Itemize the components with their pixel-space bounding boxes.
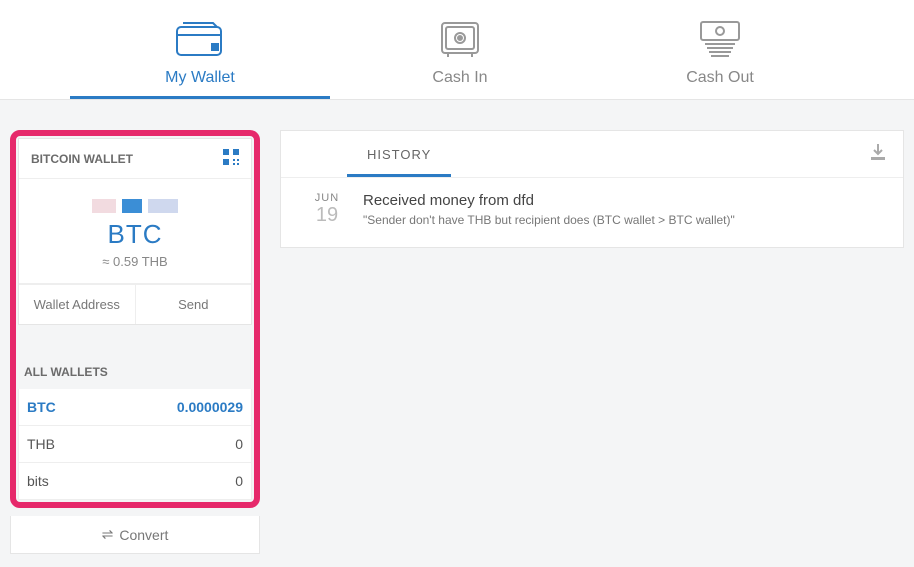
- wallet-row-name: THB: [27, 436, 55, 452]
- wallet-row-btc[interactable]: BTC 0.0000029: [18, 389, 252, 426]
- tab-label: My Wallet: [165, 69, 235, 87]
- tab-cash-in[interactable]: Cash In: [330, 0, 590, 99]
- wallet-card-body: BTC ≈ 0.59 THB: [19, 179, 251, 284]
- all-wallets-title: ALL WALLETS: [18, 355, 252, 389]
- convert-label: Convert: [119, 527, 168, 543]
- history-body: Received money from dfd "Sender don't ha…: [363, 192, 735, 227]
- history-title: Received money from dfd: [363, 192, 735, 209]
- wallet-row-bits[interactable]: bits 0: [18, 463, 252, 500]
- history-date: JUN 19: [309, 192, 345, 227]
- history-tab[interactable]: HISTORY: [347, 131, 451, 177]
- wallet-icon: [173, 17, 227, 61]
- history-header: HISTORY: [281, 131, 903, 178]
- safe-icon: [438, 17, 482, 61]
- history-item[interactable]: JUN 19 Received money from dfd "Sender d…: [281, 178, 903, 247]
- qr-icon[interactable]: [223, 149, 239, 168]
- wallet-approx-value: ≈ 0.59 THB: [29, 254, 241, 269]
- annotation-highlight: BITCOIN WALLET BTC ≈ 0.59 THB Wallet Add…: [10, 130, 260, 508]
- tab-label: Cash In: [432, 69, 487, 87]
- wallet-actions: Wallet Address Send: [19, 284, 251, 324]
- cash-stack-icon: [695, 17, 745, 61]
- wallet-row-name: BTC: [27, 399, 56, 415]
- bitcoin-wallet-card: BITCOIN WALLET BTC ≈ 0.59 THB Wallet Add…: [18, 138, 252, 325]
- wallet-row-value: 0: [235, 436, 243, 452]
- primary-tabs: My Wallet Cash In Cash Out: [0, 0, 914, 100]
- wallet-row-value: 0: [235, 473, 243, 489]
- wallet-card-header: BITCOIN WALLET: [19, 139, 251, 179]
- main-panel: HISTORY JUN 19 Received money from dfd "…: [280, 130, 904, 554]
- redacted-balance: [29, 199, 241, 213]
- send-button[interactable]: Send: [136, 285, 252, 324]
- wallet-row-value: 0.0000029: [177, 399, 243, 415]
- content-area: BITCOIN WALLET BTC ≈ 0.59 THB Wallet Add…: [0, 100, 914, 564]
- wallet-row-name: bits: [27, 473, 49, 489]
- convert-icon: ⇌: [102, 526, 114, 543]
- download-icon[interactable]: [869, 143, 887, 166]
- tab-my-wallet[interactable]: My Wallet: [70, 0, 330, 99]
- tab-cash-out[interactable]: Cash Out: [590, 0, 850, 99]
- history-subtitle: "Sender don't have THB but recipient doe…: [363, 213, 735, 227]
- history-day: 19: [309, 204, 345, 227]
- wallet-card-title: BITCOIN WALLET: [31, 152, 133, 166]
- convert-button[interactable]: ⇌ Convert: [10, 516, 260, 554]
- wallet-currency: BTC: [29, 219, 241, 250]
- wallet-row-thb[interactable]: THB 0: [18, 426, 252, 463]
- history-month: JUN: [309, 192, 345, 204]
- sidebar: BITCOIN WALLET BTC ≈ 0.59 THB Wallet Add…: [10, 130, 260, 554]
- history-card: HISTORY JUN 19 Received money from dfd "…: [280, 130, 904, 248]
- tab-label: Cash Out: [686, 69, 754, 87]
- wallet-address-button[interactable]: Wallet Address: [19, 285, 136, 324]
